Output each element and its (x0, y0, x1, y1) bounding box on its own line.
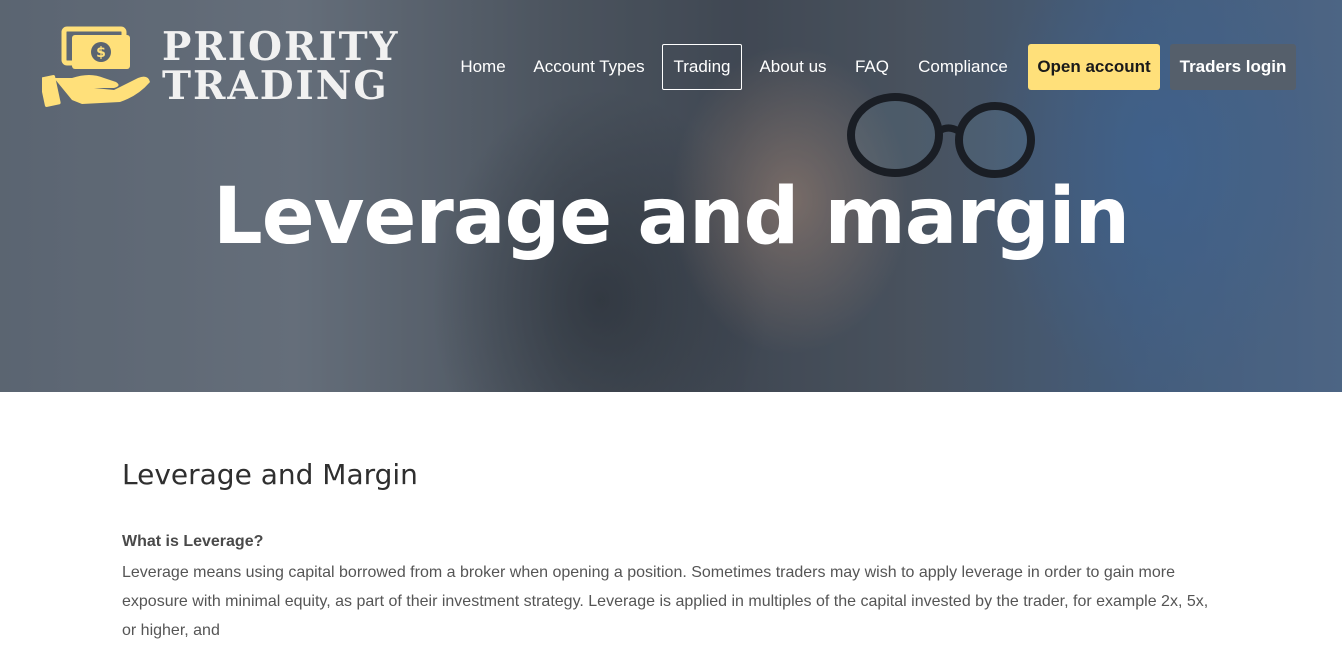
nav-faq[interactable]: FAQ (848, 44, 896, 90)
hero-title: Leverage and margin (213, 172, 1130, 262)
svg-text:$: $ (96, 45, 106, 61)
brand-name: PRIORITY TRADING (162, 24, 400, 109)
hand-holding-money-icon: $ (42, 26, 150, 107)
brand-name-line2: TRADING (162, 63, 389, 109)
leverage-paragraph: Leverage means using capital borrowed fr… (122, 564, 1209, 639)
nav-about-us[interactable]: About us (752, 44, 834, 90)
traders-login-button[interactable]: Traders login (1170, 44, 1296, 90)
section-title: Leverage and Margin (122, 458, 418, 491)
nav-account-types[interactable]: Account Types (528, 44, 650, 90)
brand-name-line1: PRIORITY (162, 24, 400, 70)
brand-logo[interactable]: $ PRIORITY TRADING (42, 26, 402, 110)
nav-trading[interactable]: Trading (662, 44, 742, 90)
subheading-what-is-leverage: What is Leverage? (122, 533, 264, 550)
nav-home[interactable]: Home (450, 44, 516, 90)
open-account-button[interactable]: Open account (1028, 44, 1160, 90)
nav-compliance[interactable]: Compliance (910, 44, 1016, 90)
